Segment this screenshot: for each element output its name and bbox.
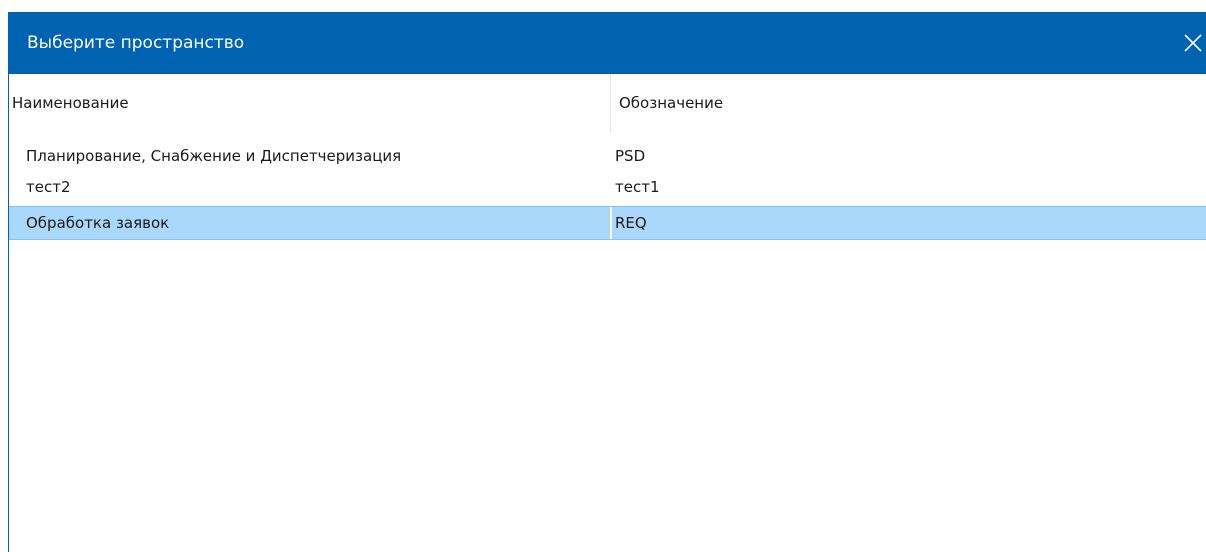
close-button[interactable] bbox=[1181, 26, 1206, 60]
dialog-title: Выберите пространство bbox=[27, 33, 245, 53]
select-space-dialog: Выберите пространство Наименование Обозн… bbox=[8, 12, 1206, 552]
column-header-name[interactable]: Наименование bbox=[12, 93, 129, 113]
cell-divider bbox=[610, 207, 612, 239]
space-name: тест2 bbox=[26, 178, 71, 196]
space-code: тест1 bbox=[615, 178, 660, 196]
list-item-selected[interactable]: Обработка заявок REQ bbox=[9, 206, 1206, 240]
space-code: REQ bbox=[615, 214, 647, 232]
spaces-list[interactable]: Наименование Обозначение Планирование, С… bbox=[9, 74, 1206, 552]
column-header-code[interactable]: Обозначение bbox=[619, 93, 723, 113]
column-separator[interactable] bbox=[610, 74, 611, 132]
list-item[interactable]: тест2 тест1 bbox=[9, 172, 1206, 202]
space-name: Планирование, Снабжение и Диспетчеризаци… bbox=[26, 147, 402, 165]
space-code: PSD bbox=[615, 147, 646, 165]
space-name: Обработка заявок bbox=[26, 214, 170, 232]
title-bar: Выберите пространство bbox=[9, 12, 1206, 74]
list-item[interactable]: Планирование, Снабжение и Диспетчеризаци… bbox=[9, 141, 1206, 171]
list-header: Наименование Обозначение bbox=[9, 74, 1206, 132]
close-icon bbox=[1184, 34, 1202, 52]
